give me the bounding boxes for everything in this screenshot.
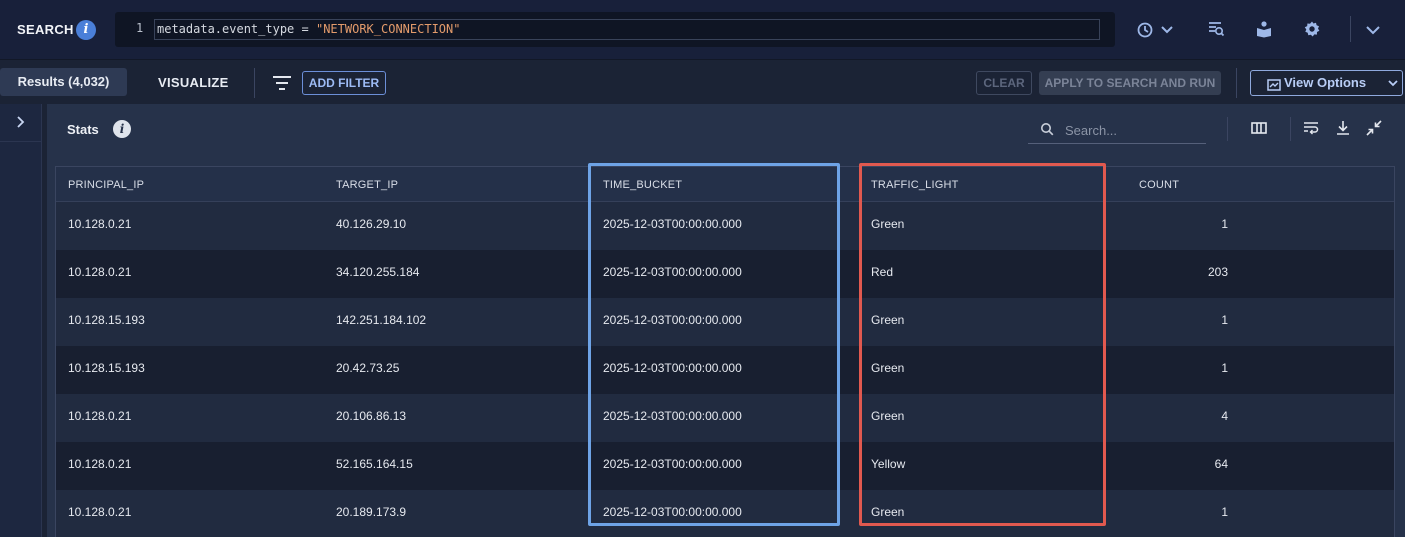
time-bucket-cell: 2025-12-03T00:00:00.000: [603, 361, 742, 375]
search-icon: [1040, 122, 1054, 141]
filter-icon[interactable]: [272, 74, 292, 97]
count-cell: 1: [1221, 217, 1228, 231]
gear-icon[interactable]: [1303, 20, 1321, 43]
column-header-count[interactable]: COUNT: [1139, 179, 1179, 191]
search-bar: SEARCH i 1 metadata.event_type = "NETWOR…: [0, 0, 1405, 60]
principal-ip-cell: 10.128.0.21: [68, 265, 132, 279]
table-header: PRINCIPAL_IP TARGET_IP TIME_BUCKET TRAFF…: [56, 167, 1394, 202]
toolbar-divider: [1236, 68, 1237, 98]
traffic-light-cell: Green: [871, 409, 905, 423]
table-row[interactable]: 10.128.0.21 52.165.164.15 2025-12-03T00:00…: [56, 442, 1394, 490]
time-bucket-cell: 2025-12-03T00:00:00.000: [603, 265, 742, 279]
table-row[interactable]: 10.128.15.193 142.251.184.102 2025-12-03T0…: [56, 298, 1394, 346]
query-line-number: 1: [136, 21, 144, 35]
panel-divider: [1290, 117, 1291, 141]
panel-title: Stats: [67, 122, 99, 137]
view-options-button[interactable]: View Options: [1250, 70, 1403, 96]
traffic-light-cell: Green: [871, 313, 905, 327]
time-bucket-cell: 2025-12-03T00:00:00.000: [603, 457, 742, 471]
tab-results[interactable]: Results (4,032): [0, 68, 127, 96]
collapse-search-chevron-icon[interactable]: [1365, 21, 1381, 44]
table-row[interactable]: 10.128.15.193 20.42.73.25 2025-12-03T00:00…: [56, 346, 1394, 394]
traffic-light-cell: Green: [871, 217, 905, 231]
traffic-light-cell: Green: [871, 361, 905, 375]
traffic-light-cell: Green: [871, 505, 905, 519]
chevron-right-icon: [14, 115, 26, 134]
count-cell: 203: [1207, 265, 1228, 279]
count-cell: 64: [1214, 457, 1228, 471]
target-ip-cell: 40.126.29.10: [336, 217, 407, 231]
count-cell: 1: [1221, 505, 1228, 519]
apply-to-search-button[interactable]: APPLY TO SEARCH AND RUN: [1039, 71, 1221, 95]
time-bucket-cell: 2025-12-03T00:00:00.000: [603, 313, 742, 327]
count-cell: 4: [1221, 409, 1228, 423]
search-label: SEARCH: [17, 22, 74, 37]
expand-rail-button[interactable]: [0, 104, 42, 142]
target-ip-cell: 20.189.173.9: [336, 505, 407, 519]
table-row[interactable]: 10.128.0.21 34.120.255.184 2025-12-03T00:0…: [56, 250, 1394, 298]
toolbar-divider: [254, 68, 255, 98]
query-text: metadata.event_type = "NETWORK_CONNECTIO…: [157, 22, 461, 36]
target-ip-cell: 20.106.86.13: [336, 409, 407, 423]
column-header-principal-ip[interactable]: PRINCIPAL_IP: [68, 179, 144, 191]
results-table: PRINCIPAL_IP TARGET_IP TIME_BUCKET TRAFF…: [55, 166, 1395, 537]
principal-ip-cell: 10.128.0.21: [68, 409, 132, 423]
panel-search-input[interactable]: [1065, 122, 1195, 139]
toolbar-divider: [1350, 16, 1351, 42]
left-rail: [0, 104, 42, 537]
target-ip-cell: 52.165.164.15: [336, 457, 413, 471]
search-manager-icon[interactable]: [1207, 20, 1225, 43]
time-bucket-cell: 2025-12-03T00:00:00.000: [603, 409, 742, 423]
panel-search: [1028, 116, 1206, 144]
guide-icon[interactable]: [1255, 20, 1273, 43]
clear-button[interactable]: CLEAR: [976, 71, 1032, 95]
traffic-light-cell: Red: [871, 265, 894, 279]
panel-divider: [1227, 117, 1228, 141]
wrap-text-icon[interactable]: [1303, 121, 1319, 140]
target-ip-cell: 20.42.73.25: [336, 361, 400, 375]
column-header-time-bucket[interactable]: TIME_BUCKET: [603, 179, 682, 191]
count-cell: 1: [1221, 361, 1228, 375]
stats-info-icon[interactable]: i: [113, 120, 131, 138]
info-icon[interactable]: i: [76, 20, 96, 40]
column-header-traffic-light[interactable]: TRAFFIC_LIGHT: [871, 179, 959, 191]
columns-icon[interactable]: [1251, 121, 1267, 140]
principal-ip-cell: 10.128.15.193: [68, 313, 145, 327]
time-bucket-cell: 2025-12-03T00:00:00.000: [603, 217, 742, 231]
column-header-target-ip[interactable]: TARGET_IP: [336, 179, 398, 191]
history-icon[interactable]: [1136, 21, 1154, 44]
target-ip-cell: 142.251.184.102: [336, 313, 427, 327]
view-options-icon: [1267, 76, 1281, 100]
history-chevron-down-icon[interactable]: [1159, 21, 1175, 44]
tab-visualize[interactable]: VISUALIZE: [158, 75, 229, 90]
principal-ip-cell: 10.128.0.21: [68, 505, 132, 519]
table-row[interactable]: 10.128.0.21 20.106.86.13 2025-12-03T00:00:…: [56, 394, 1394, 442]
principal-ip-cell: 10.128.0.21: [68, 457, 132, 471]
target-ip-cell: 34.120.255.184: [336, 265, 420, 279]
principal-ip-cell: 10.128.15.193: [68, 361, 145, 375]
time-bucket-cell: 2025-12-03T00:00:00.000: [603, 505, 742, 519]
collapse-icon[interactable]: [1366, 120, 1382, 141]
add-filter-button[interactable]: ADD FILTER: [302, 71, 386, 95]
table-row[interactable]: 10.128.0.21 40.126.29.10 2025-12-03T00:00:…: [56, 202, 1394, 250]
traffic-light-cell: Yellow: [871, 457, 906, 471]
count-cell: 1: [1221, 313, 1228, 327]
download-icon[interactable]: [1336, 120, 1350, 141]
principal-ip-cell: 10.128.0.21: [68, 217, 132, 231]
view-options-label: View Options: [1284, 75, 1367, 90]
chevron-down-icon: [1388, 71, 1398, 103]
table-row[interactable]: 10.128.0.21 20.189.173.9 2025-12-03T00:00:…: [56, 490, 1394, 537]
